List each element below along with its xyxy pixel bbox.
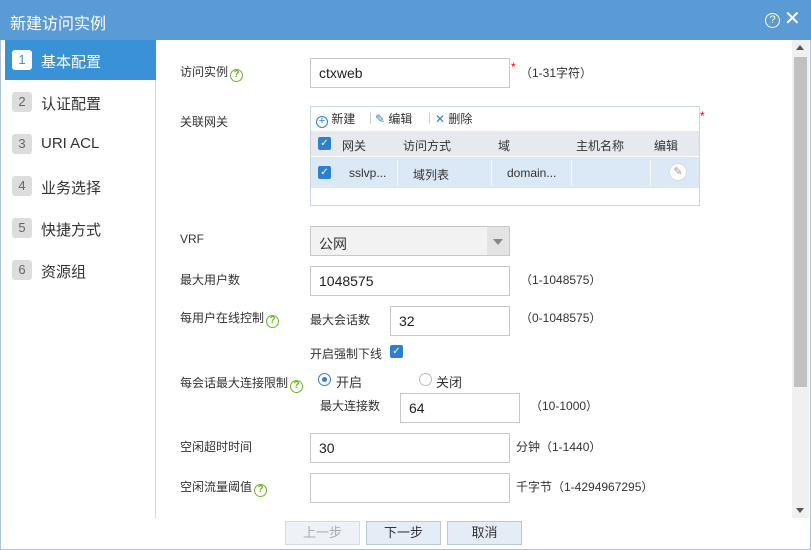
instance-name-input[interactable]: ctxweb (310, 58, 510, 88)
enable-radio[interactable] (318, 373, 331, 386)
idle-traffic-label: 空闲流量阈值? (180, 478, 268, 497)
vertical-scrollbar[interactable] (792, 40, 809, 518)
max-sessions-input[interactable]: 32 (390, 306, 510, 336)
step-uri-acl[interactable]: 3 URI ACL (5, 124, 156, 164)
grid-toolbar: + 新建 | ✎ 编辑 | ✕ 删除 (311, 107, 699, 129)
idle-traffic-input[interactable] (310, 473, 510, 503)
help-icon[interactable]: ? (266, 315, 280, 328)
step-label: 认证配置 (41, 96, 102, 113)
step-number: 5 (12, 218, 32, 238)
force-offline-label: 开启强制下线 (310, 347, 383, 361)
step-number: 2 (12, 92, 32, 112)
idle-timeout-input[interactable]: 30 (310, 433, 510, 463)
dialog-footer: 上一步 下一步 取消 (5, 518, 792, 549)
vrf-label: VRF (180, 232, 204, 246)
delete-button[interactable]: ✕ 删除 (435, 110, 472, 127)
per-session-conn-label: 每会话最大连接限制? (180, 374, 304, 393)
plus-icon: + (316, 116, 328, 128)
disable-radio-label: 关闭 (436, 375, 463, 390)
step-label: URI ACL (41, 135, 100, 152)
table-row[interactable]: ✓ sslvp... 域列表 domain... ✎ (311, 157, 699, 188)
step-resource-group[interactable]: 6 资源组 (5, 250, 156, 290)
step-service-select[interactable]: 4 业务选择 (5, 166, 156, 206)
step-number: 6 (12, 260, 32, 280)
help-icon[interactable]: ? (290, 380, 304, 393)
required-mark: * (700, 109, 705, 123)
help-icon[interactable]: ? (230, 69, 244, 82)
cell-gateway: sslvp... (349, 166, 387, 180)
pencil-icon: ✎ (375, 112, 386, 126)
cell-divider (491, 160, 492, 185)
step-label: 快捷方式 (41, 222, 102, 239)
column-header: 域 (498, 139, 511, 153)
cell-divider (650, 160, 651, 185)
edit-button[interactable]: ✎ 编辑 (375, 110, 412, 127)
row-edit-icon[interactable]: ✎ (669, 163, 687, 181)
step-number: 3 (12, 134, 32, 154)
wizard-steps: 1 基本配置 2 认证配置 3 URI ACL 4 业务选择 5 快捷方式 6 … (5, 40, 156, 518)
instance-hint: （1-31字符） (520, 66, 593, 80)
max-connections-hint: （10-1000） (530, 399, 599, 413)
step-label: 资源组 (41, 264, 87, 281)
max-users-hint: （1-1048575） (520, 273, 602, 287)
gateway-label: 关联网关 (180, 115, 229, 129)
required-mark: * (511, 60, 516, 74)
chevron-down-icon[interactable] (487, 227, 509, 255)
max-sessions-hint: （0-1048575） (520, 311, 602, 325)
scroll-thumb[interactable] (794, 57, 807, 387)
close-icon[interactable]: ✕ (784, 9, 801, 29)
idle-timeout-label: 空闲超时时间 (180, 440, 253, 454)
cell-divider (397, 160, 398, 185)
cell-method: 域列表 (413, 168, 450, 182)
instance-label: 访问实例? (180, 63, 244, 82)
scroll-down-icon[interactable] (796, 508, 804, 513)
dialog-titlebar: 新建访问实例 ? ✕ (0, 0, 811, 40)
step-shortcut[interactable]: 5 快捷方式 (5, 208, 156, 248)
max-connections-label: 最大连接数 (320, 399, 381, 413)
step-label: 基本配置 (41, 54, 102, 71)
enable-radio-label: 开启 (336, 375, 363, 390)
max-sessions-label: 最大会话数 (310, 313, 371, 327)
per-user-online-label: 每用户在线控制? (180, 309, 280, 328)
vrf-selected-value: 公网 (319, 236, 347, 252)
vrf-select[interactable]: 公网 (310, 226, 510, 256)
toolbar-separator: | (428, 110, 432, 124)
gateway-grid: + 新建 | ✎ 编辑 | ✕ 删除 ✓ 网关 访问方式 域 主机名称 编辑 ✓… (310, 106, 700, 206)
cancel-button[interactable]: 取消 (447, 521, 522, 545)
idle-timeout-hint: 分钟（1-1440） (516, 440, 602, 454)
step-basic-config[interactable]: 1 基本配置 (5, 40, 156, 80)
row-checkbox[interactable]: ✓ (318, 166, 331, 179)
max-users-label: 最大用户数 (180, 273, 241, 287)
step-number: 1 (12, 50, 32, 70)
max-connections-input[interactable]: 64 (400, 393, 520, 423)
toolbar-separator: | (369, 110, 373, 124)
column-header: 编辑 (654, 139, 679, 153)
help-icon[interactable]: ? (765, 13, 780, 28)
help-icon[interactable]: ? (254, 484, 268, 497)
step-label: 业务选择 (41, 180, 102, 197)
column-header: 主机名称 (576, 139, 625, 153)
dialog-title: 新建访问实例 (10, 16, 107, 33)
next-button[interactable]: 下一步 (366, 521, 441, 545)
prev-button[interactable]: 上一步 (285, 521, 360, 545)
grid-header: ✓ 网关 访问方式 域 主机名称 编辑 (311, 131, 699, 156)
cell-divider (571, 160, 572, 185)
disable-radio[interactable] (419, 373, 432, 386)
new-button[interactable]: + 新建 (316, 110, 355, 128)
max-users-input[interactable]: 1048575 (310, 266, 510, 296)
cell-domain: domain... (507, 166, 557, 180)
column-header: 网关 (342, 139, 367, 153)
column-header: 访问方式 (403, 139, 452, 153)
step-number: 4 (12, 176, 32, 196)
select-all-checkbox[interactable]: ✓ (318, 137, 331, 150)
step-auth-config[interactable]: 2 认证配置 (5, 82, 156, 122)
scroll-up-icon[interactable] (796, 45, 804, 50)
force-offline-checkbox[interactable]: ✓ (390, 345, 403, 358)
idle-traffic-hint: 千字节（1-4294967295） (516, 480, 654, 494)
delete-x-icon: ✕ (435, 112, 446, 126)
